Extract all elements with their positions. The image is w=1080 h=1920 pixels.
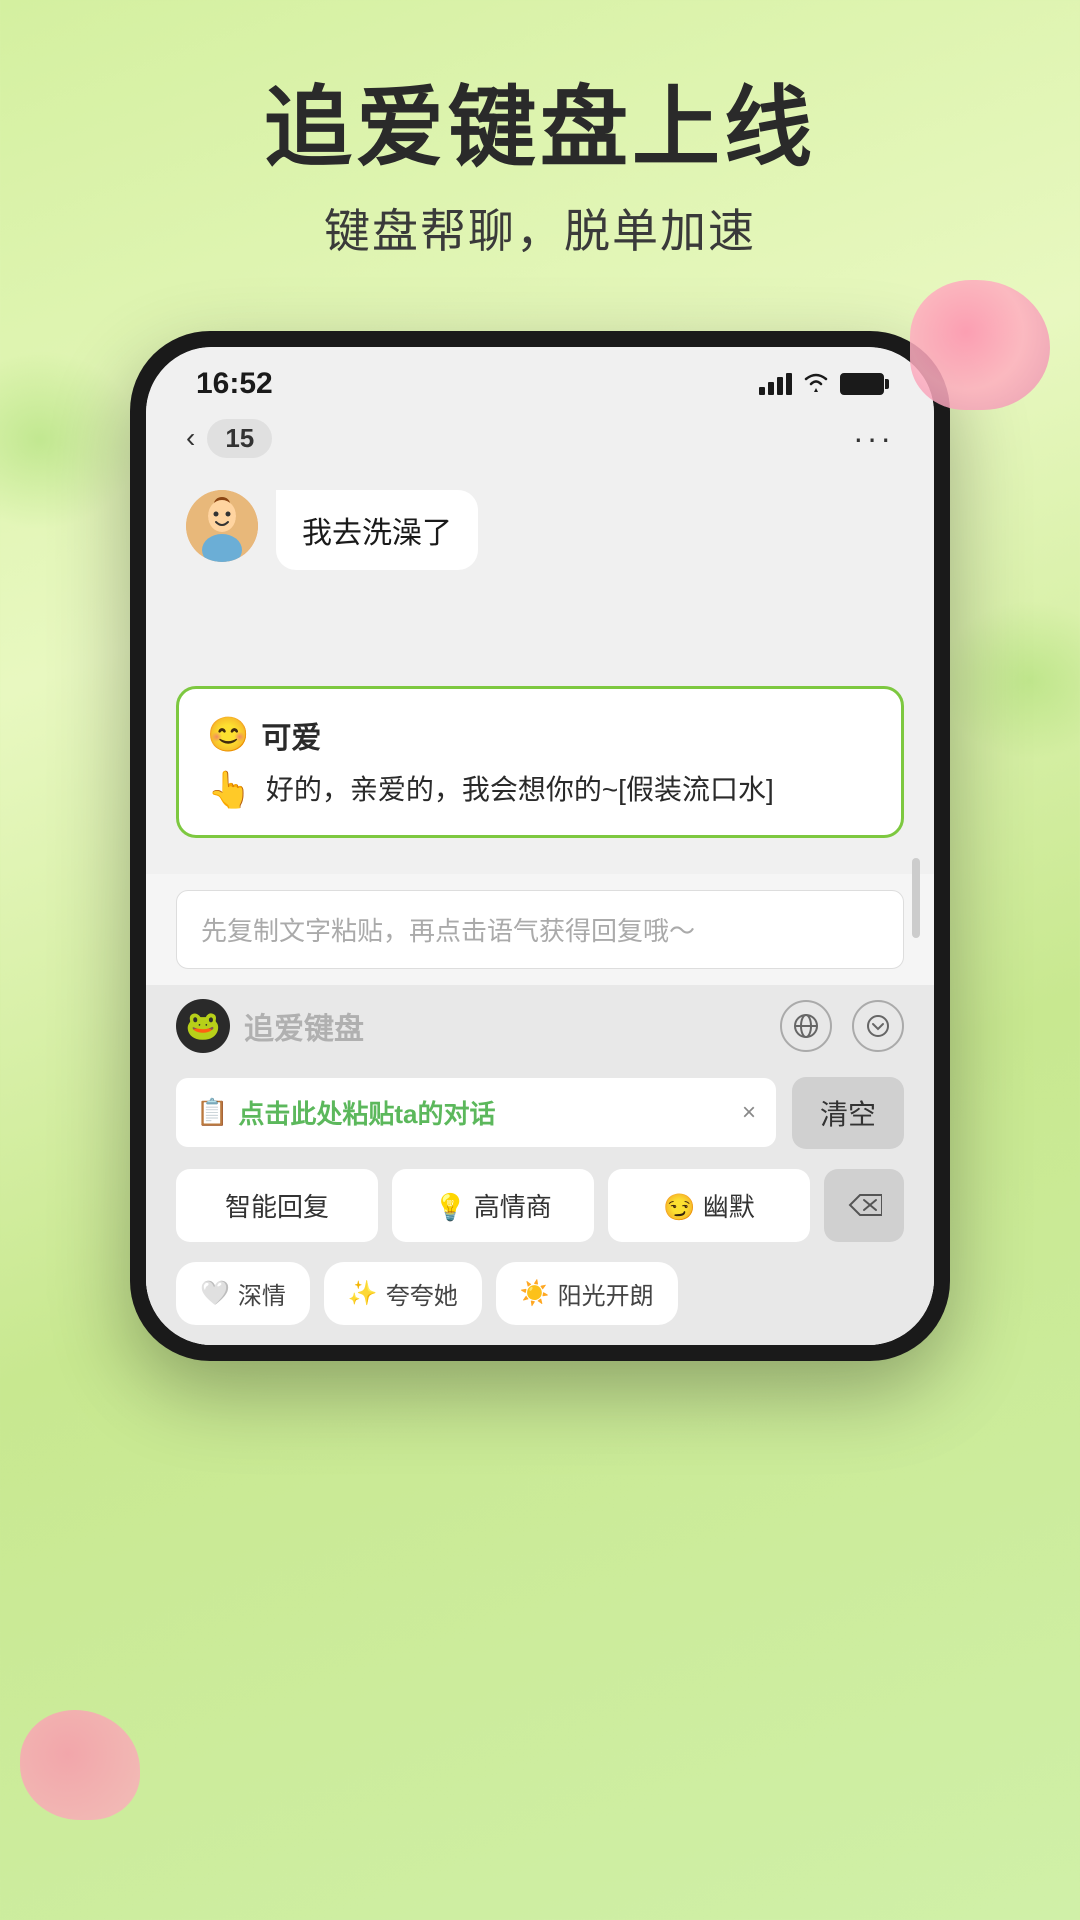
ai-hand-icon: 👆 bbox=[207, 769, 252, 811]
delete-button[interactable] bbox=[824, 1169, 904, 1242]
ai-suggestion-content: 👆 好的，亲爱的，我会想你的~[假装流口水] bbox=[207, 769, 873, 811]
keyboard-logo-area: 🐸 追爱键盘 bbox=[176, 999, 364, 1053]
wifi-icon bbox=[802, 370, 830, 398]
keyboard-name-label: 追爱键盘 bbox=[244, 1004, 364, 1048]
paste-icon: 📋 bbox=[196, 1097, 228, 1128]
input-row: 先复制文字粘贴，再点击语气获得回复哦～ bbox=[146, 874, 934, 985]
nav-bar: ‹ 15 ··· bbox=[146, 411, 934, 470]
tag-chip-sunshine[interactable]: ☀️ 阳光开朗 bbox=[496, 1262, 678, 1325]
tag-chip-passionate[interactable]: 🤍 深情 bbox=[176, 1262, 310, 1325]
quick-buttons-row: 智能回复 💡 高情商 😏 幽默 bbox=[146, 1159, 934, 1252]
high-eq-icon: 💡 bbox=[434, 1192, 466, 1222]
nav-badge: 15 bbox=[207, 419, 272, 458]
status-icons bbox=[759, 370, 884, 398]
ai-suggestion-box[interactable]: 😊 可爱 👆 好的，亲爱的，我会想你的~[假装流口水] bbox=[176, 686, 904, 838]
tag-chips-row: 🤍 深情 ✨ 夸夸她 ☀️ 阳光开朗 bbox=[146, 1252, 934, 1345]
scrollbar bbox=[912, 858, 920, 938]
tag-chip-praise[interactable]: ✨ 夸夸她 bbox=[324, 1262, 482, 1325]
quick-btn-humor[interactable]: 😏 幽默 bbox=[608, 1169, 810, 1242]
ai-suggestion-text: 好的，亲爱的，我会想你的~[假装流口水] bbox=[266, 769, 774, 811]
keyboard-right-icons bbox=[780, 1000, 904, 1052]
paste-close-button[interactable]: × bbox=[742, 1099, 756, 1127]
passionate-icon: 🤍 bbox=[200, 1279, 230, 1308]
sub-title: 键盘帮聊，脱单加速 bbox=[0, 195, 1080, 261]
ai-suggestion-header: 😊 可爱 bbox=[207, 713, 873, 757]
paste-label: 📋 点击此处粘贴ta的对话 bbox=[196, 1094, 496, 1131]
header-section: 追爱键盘上线 键盘帮聊，脱单加速 bbox=[0, 0, 1080, 301]
quick-btn-smart-reply[interactable]: 智能回复 bbox=[176, 1169, 378, 1242]
praise-icon: ✨ bbox=[348, 1279, 378, 1308]
collapse-button[interactable] bbox=[852, 1000, 904, 1052]
main-title: 追爱键盘上线 bbox=[0, 80, 1080, 177]
keyboard-header: 🐸 追爱键盘 bbox=[146, 985, 934, 1067]
quick-btn-high-eq[interactable]: 💡 高情商 bbox=[392, 1169, 594, 1242]
received-bubble: 我去洗澡了 bbox=[276, 490, 478, 570]
clear-button[interactable]: 清空 bbox=[792, 1077, 904, 1149]
phone-frame: 16:52 bbox=[130, 331, 950, 1361]
nav-more-button[interactable]: ··· bbox=[853, 420, 894, 457]
signal-icon bbox=[759, 373, 792, 395]
received-message: 我去洗澡了 bbox=[186, 490, 894, 570]
decorative-heart-blob-2 bbox=[20, 1710, 140, 1820]
globe-button[interactable] bbox=[780, 1000, 832, 1052]
keyboard-logo-icon: 🐸 bbox=[176, 999, 230, 1053]
ai-emoji: 😊 bbox=[207, 715, 249, 755]
ai-label: 可爱 bbox=[261, 713, 321, 757]
keyboard-area: 先复制文字粘贴，再点击语气获得回复哦～ 🐸 追爱键盘 bbox=[146, 874, 934, 1345]
phone-screen: 16:52 bbox=[146, 347, 934, 1345]
paste-bar: 📋 点击此处粘贴ta的对话 × 清空 bbox=[146, 1067, 934, 1159]
battery-icon bbox=[840, 373, 884, 395]
status-time: 16:52 bbox=[196, 367, 273, 401]
phone-mockup: 16:52 bbox=[130, 331, 950, 1361]
humor-icon: 😏 bbox=[663, 1192, 695, 1222]
nav-back[interactable]: ‹ 15 bbox=[186, 419, 272, 458]
sunshine-icon: ☀️ bbox=[520, 1279, 550, 1308]
status-bar: 16:52 bbox=[146, 347, 934, 411]
avatar bbox=[186, 490, 258, 562]
decorative-heart-blob bbox=[910, 280, 1050, 410]
paste-input-field[interactable]: 先复制文字粘贴，再点击语气获得回复哦～ bbox=[176, 890, 904, 969]
chat-area: 我去洗澡了 bbox=[146, 470, 934, 670]
paste-text-area[interactable]: 📋 点击此处粘贴ta的对话 × bbox=[176, 1078, 776, 1147]
back-arrow-icon[interactable]: ‹ bbox=[186, 422, 195, 454]
